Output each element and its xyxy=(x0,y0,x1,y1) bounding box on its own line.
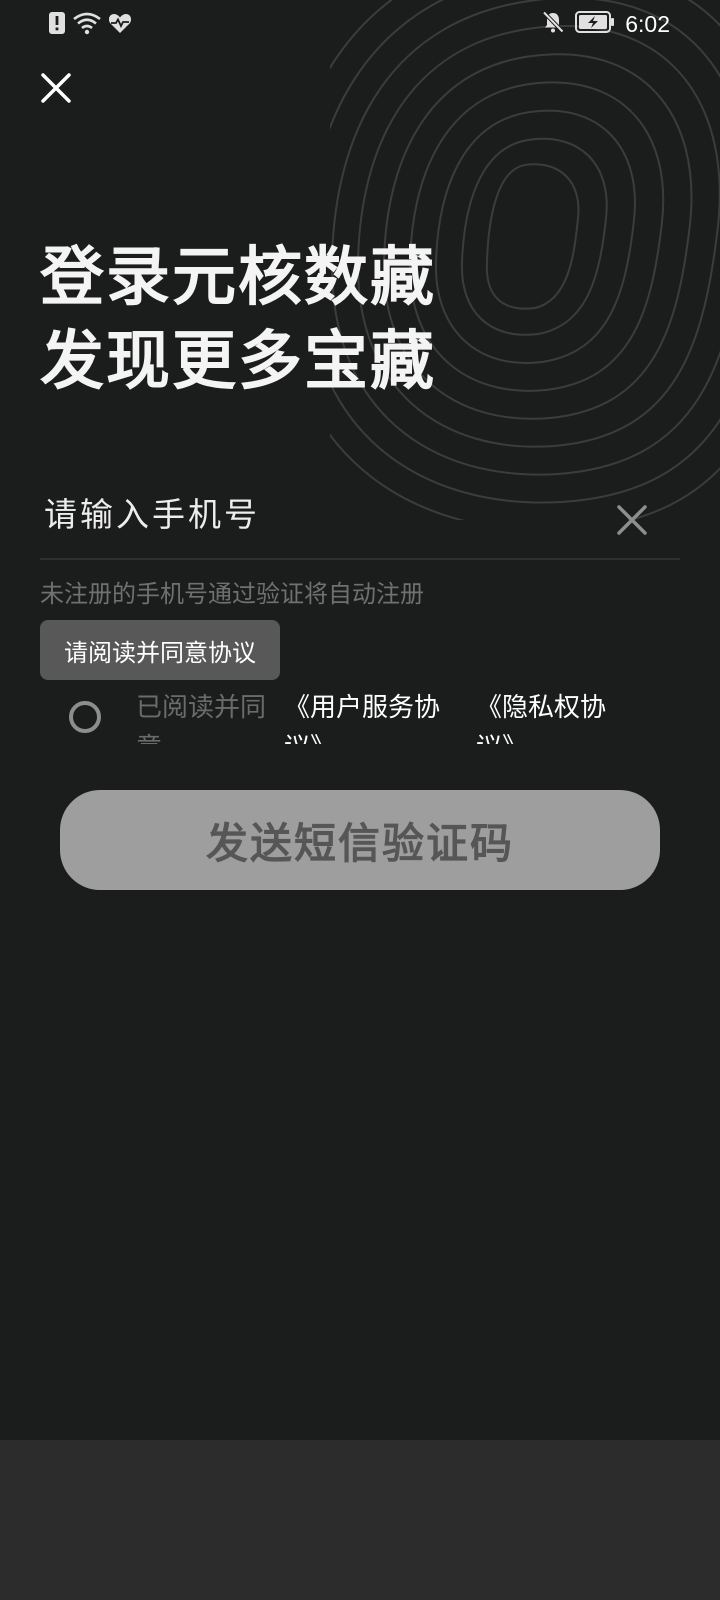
status-bar: 6:02 xyxy=(0,0,720,50)
notifications-off-icon xyxy=(541,10,565,38)
user-service-agreement-link[interactable]: 《用户服务协议》 xyxy=(284,688,454,744)
agreement-prefix-text: 已阅读并同意 xyxy=(136,693,267,744)
close-icon xyxy=(41,73,71,103)
agreement-checkbox[interactable] xyxy=(69,701,101,733)
privacy-agreement-link[interactable]: 《隐私权协议》 xyxy=(476,688,626,744)
title-line-1: 登录元核数藏 xyxy=(40,241,436,315)
status-time: 6:02 xyxy=(625,10,670,37)
agreement-toast: 请阅读并同意协议 xyxy=(40,620,280,680)
title-line-2: 发现更多宝藏 xyxy=(40,325,436,399)
clear-input-button[interactable] xyxy=(612,500,652,540)
battery-charging-icon xyxy=(575,10,615,38)
login-screen: 6:02 登录元核数藏 发现更多宝藏 未注册的手机号通过验证将自动注册 已阅读并… xyxy=(0,0,720,1440)
bottom-navigation-area xyxy=(0,1440,720,1600)
close-button[interactable] xyxy=(36,68,76,108)
health-heart-icon xyxy=(108,12,132,38)
clear-icon xyxy=(617,505,647,535)
wifi-icon xyxy=(72,11,102,39)
send-sms-code-button[interactable]: 发送短信验证码 xyxy=(60,790,660,890)
phone-number-input[interactable] xyxy=(40,488,584,540)
page-title: 登录元核数藏 发现更多宝藏 xyxy=(40,236,436,404)
auto-register-hint: 未注册的手机号通过验证将自动注册 xyxy=(40,580,424,608)
alert-badge-icon xyxy=(48,11,66,39)
input-underline xyxy=(40,558,680,560)
